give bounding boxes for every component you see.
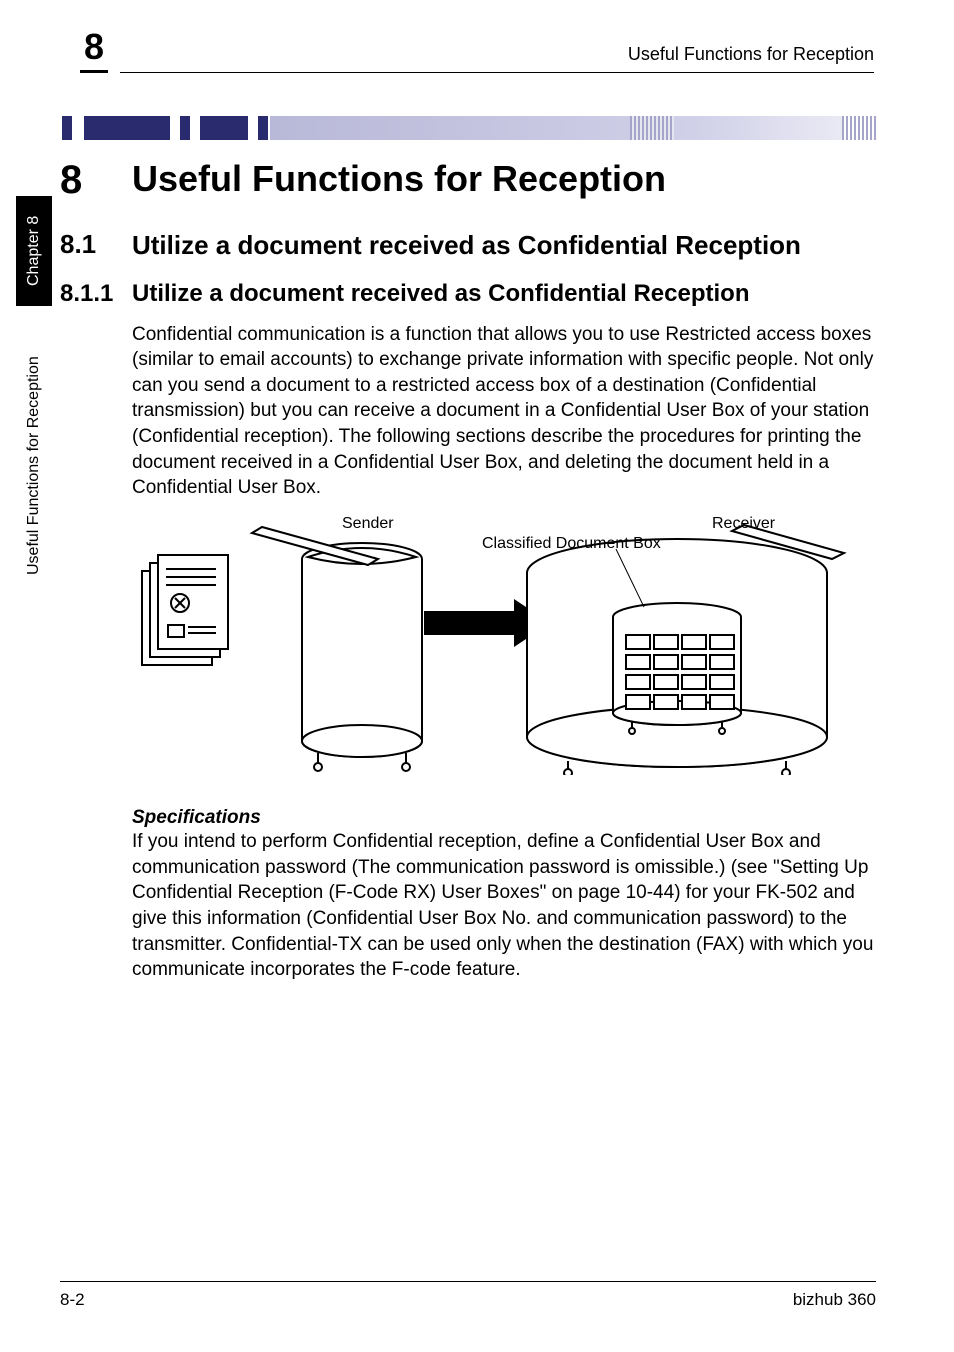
diagram-label-receiver: Receiver: [712, 515, 775, 533]
header-rule: [120, 72, 874, 73]
footer-rule: [60, 1281, 876, 1282]
h3-text: Utilize a document received as Confident…: [132, 280, 874, 308]
footer-page: 8-2: [60, 1290, 85, 1310]
paragraph-1: Confidential communication is a function…: [132, 322, 874, 501]
diagram-label-classified: Classified Document Box: [482, 535, 661, 553]
diagram: Sender Receiver Classified Document Box: [132, 515, 874, 785]
footer-model: bizhub 360: [793, 1290, 876, 1310]
header-chapter-digit: 8: [80, 26, 108, 73]
diagram-svg: [132, 515, 872, 775]
side-tab-chapter: Chapter 8: [16, 196, 52, 306]
header-running-title: Useful Functions for Reception: [628, 44, 874, 65]
paragraph-2: If you intend to perform Confidential re…: [132, 829, 874, 983]
spec-heading: Specifications: [132, 807, 874, 829]
h2-number: 8.1: [60, 229, 132, 260]
h2-text: Utilize a document received as Confident…: [132, 229, 874, 262]
h3-number: 8.1.1: [60, 280, 132, 308]
side-tab-title: Useful Functions for Reception: [16, 306, 52, 626]
h1-text: Useful Functions for Reception: [132, 158, 874, 200]
decorative-bars: [62, 116, 878, 140]
diagram-label-sender: Sender: [342, 515, 394, 533]
h1-number: 8: [60, 158, 132, 203]
side-tab: Chapter 8 Useful Functions for Reception: [16, 196, 52, 626]
